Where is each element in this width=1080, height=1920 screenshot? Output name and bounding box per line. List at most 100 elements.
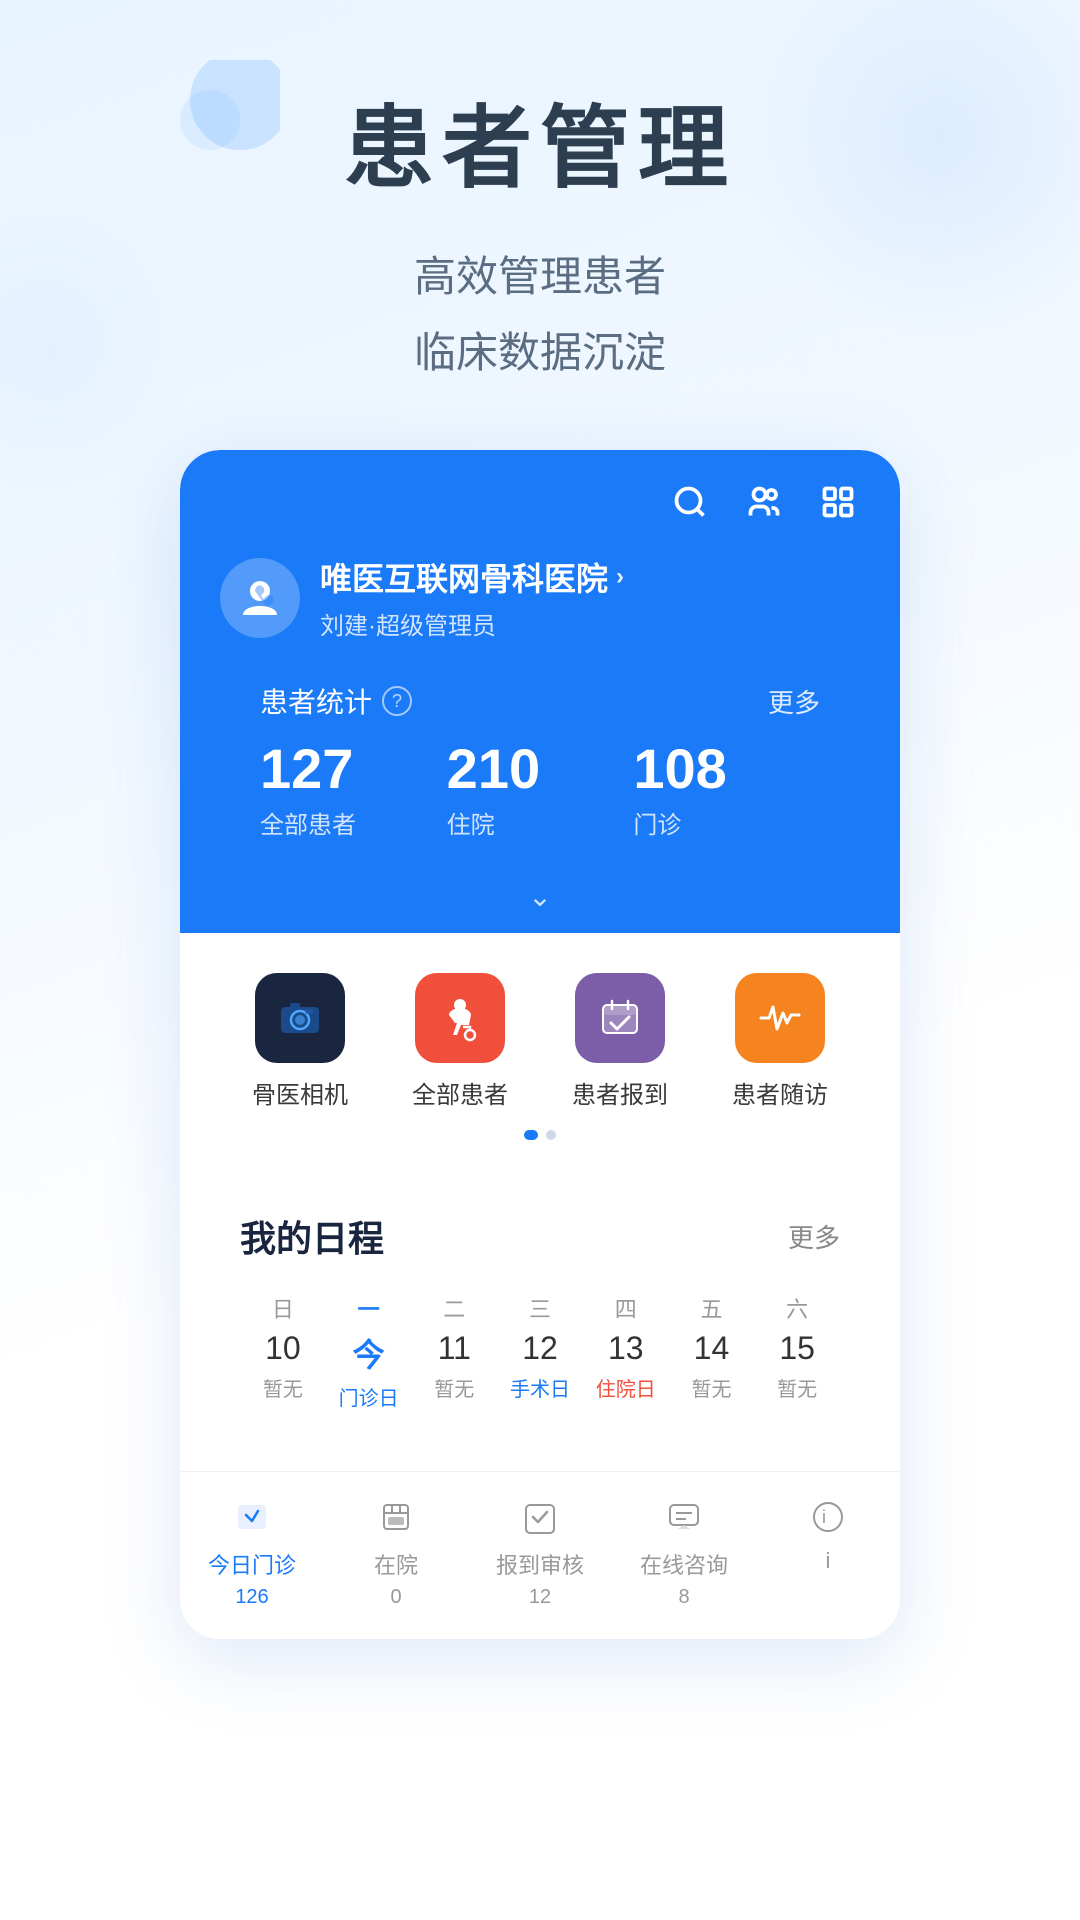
stats-section: 患者统计 ? 更多 127 全部患者 210 住院 108 — [220, 681, 860, 870]
nav-more[interactable]: i i — [756, 1492, 900, 1609]
phone-card: 唯医互联网骨科医院 › 刘建·超级管理员 患者统计 ? 更多 — [180, 450, 900, 1639]
cal-day-wed-name: 三 — [529, 1292, 551, 1324]
user-role: 刘建·超级管理员 — [320, 606, 624, 641]
stats-expand-button[interactable]: ⌄ — [220, 870, 860, 933]
icon-checkin[interactable]: 患者报到 — [540, 973, 700, 1110]
cal-day-mon-name: 一 — [358, 1292, 380, 1324]
cal-day-wed[interactable]: 三 12 手术日 — [497, 1292, 583, 1411]
nav-consult[interactable]: 在线咨询 8 — [612, 1492, 756, 1609]
hospital-name: 唯医互联网骨科医院 › — [320, 554, 624, 600]
bottom-nav: 今日门诊 126 在院 0 — [180, 1471, 900, 1639]
stats-header: 患者统计 ? 更多 — [260, 681, 820, 721]
subtitle-line2: 临床数据沉淀 — [0, 315, 1080, 391]
cal-day-wed-status: 手术日 — [510, 1373, 570, 1402]
header-icons-row — [220, 480, 860, 524]
icon-all-patients[interactable]: 全部患者 — [380, 973, 540, 1110]
stat-total-label: 全部患者 — [260, 805, 447, 840]
stat-inpatient[interactable]: 210 住院 — [447, 741, 634, 840]
cal-day-fri-name: 五 — [700, 1292, 722, 1324]
stats-grid: 127 全部患者 210 住院 108 门诊 — [260, 741, 820, 840]
nav-inpatient-icon — [371, 1492, 421, 1542]
icon-camera[interactable]: 骨医相机 — [220, 973, 380, 1110]
nav-outpatient-label: 今日门诊 — [208, 1548, 296, 1580]
nav-outpatient-icon — [227, 1492, 277, 1542]
checkin-label: 患者报到 — [572, 1075, 668, 1110]
chevron-down-icon: ⌄ — [528, 880, 551, 913]
hospital-arrow: › — [616, 563, 624, 591]
cal-day-thu-name: 四 — [615, 1292, 637, 1324]
cal-day-sun-num: 10 — [265, 1330, 301, 1367]
nav-review[interactable]: 报到审核 12 — [468, 1492, 612, 1609]
cal-day-tue-status: 暂无 — [434, 1373, 474, 1402]
cal-day-sat-num: 15 — [779, 1330, 815, 1367]
cal-day-tue[interactable]: 二 11 暂无 — [411, 1292, 497, 1411]
stats-title: 患者统计 ? — [260, 681, 412, 721]
cal-day-fri-status: 暂无 — [691, 1373, 731, 1402]
phone-card-wrapper: 唯医互联网骨科医院 › 刘建·超级管理员 患者统计 ? 更多 — [0, 450, 1080, 1639]
carousel-dots — [220, 1130, 860, 1140]
hero-section: 患者管理 高效管理患者 临床数据沉淀 — [0, 0, 1080, 390]
cal-day-thu[interactable]: 四 13 住院日 — [583, 1292, 669, 1411]
all-patients-icon-box — [415, 973, 505, 1063]
cal-day-thu-status: 住院日 — [596, 1373, 656, 1402]
followup-label: 患者随访 — [732, 1075, 828, 1110]
schedule-section: 我的日程 更多 日 10 暂无 一 今 门诊日 二 11 — [180, 1170, 900, 1471]
stat-total[interactable]: 127 全部患者 — [260, 741, 447, 840]
cal-day-tue-num: 11 — [438, 1330, 471, 1367]
cal-day-sun[interactable]: 日 10 暂无 — [240, 1292, 326, 1411]
stat-inpatient-label: 住院 — [447, 805, 634, 840]
stat-outpatient-number: 108 — [633, 741, 820, 797]
profile-section[interactable]: 唯医互联网骨科医院 › 刘建·超级管理员 — [220, 554, 860, 641]
nav-more-label: i — [826, 1548, 831, 1574]
dot-active — [524, 1130, 538, 1140]
dot-inactive — [546, 1130, 556, 1140]
nav-outpatient-badge: 126 — [235, 1586, 268, 1609]
cal-day-mon-status: 门诊日 — [339, 1382, 399, 1411]
nav-inpatient-badge: 0 — [390, 1586, 401, 1609]
camera-label: 骨医相机 — [252, 1075, 348, 1110]
cal-day-sat-name: 六 — [786, 1292, 808, 1324]
schedule-more-button[interactable]: 更多 — [788, 1218, 840, 1255]
stat-inpatient-number: 210 — [447, 741, 634, 797]
app-header: 唯医互联网骨科医院 › 刘建·超级管理员 患者统计 ? 更多 — [180, 450, 900, 933]
contacts-button[interactable] — [742, 480, 786, 524]
nav-review-icon — [515, 1492, 565, 1542]
cal-day-wed-num: 12 — [522, 1330, 558, 1367]
svg-text:i: i — [822, 1507, 826, 1527]
cal-day-fri[interactable]: 五 14 暂无 — [669, 1292, 755, 1411]
schedule-title: 我的日程 — [240, 1210, 384, 1262]
hero-decoration-icon — [180, 60, 280, 160]
page-title: 患者管理 — [0, 100, 1080, 199]
nav-outpatient[interactable]: 今日门诊 126 — [180, 1492, 324, 1609]
search-button[interactable] — [668, 480, 712, 524]
cal-day-sun-name: 日 — [272, 1292, 294, 1324]
nav-inpatient[interactable]: 在院 0 — [324, 1492, 468, 1609]
nav-review-badge: 12 — [529, 1586, 551, 1609]
cal-day-sat-status: 暂无 — [777, 1373, 817, 1402]
hero-subtitle: 高效管理患者 临床数据沉淀 — [0, 239, 1080, 390]
cal-day-sat[interactable]: 六 15 暂无 — [754, 1292, 840, 1411]
cal-day-fri-num: 14 — [694, 1330, 730, 1367]
followup-icon-box — [735, 973, 825, 1063]
profile-info: 唯医互联网骨科医院 › 刘建·超级管理员 — [320, 554, 624, 641]
grid-button[interactable] — [816, 480, 860, 524]
stat-outpatient[interactable]: 108 门诊 — [633, 741, 820, 840]
cal-day-thu-num: 13 — [608, 1330, 644, 1367]
camera-icon-box — [255, 973, 345, 1063]
icon-followup[interactable]: 患者随访 — [700, 973, 860, 1110]
all-patients-label: 全部患者 — [412, 1075, 508, 1110]
stats-more-button[interactable]: 更多 — [768, 683, 820, 720]
cal-day-mon[interactable]: 一 今 门诊日 — [326, 1292, 412, 1411]
checkin-icon-box — [575, 973, 665, 1063]
cal-day-mon-num: 今 — [353, 1330, 385, 1376]
nav-consult-label: 在线咨询 — [640, 1548, 728, 1580]
stat-total-number: 127 — [260, 741, 447, 797]
nav-inpatient-label: 在院 — [374, 1548, 418, 1580]
stats-help-icon[interactable]: ? — [382, 686, 412, 716]
stat-outpatient-label: 门诊 — [633, 805, 820, 840]
subtitle-line1: 高效管理患者 — [0, 239, 1080, 315]
avatar — [220, 558, 300, 638]
cal-day-sun-status: 暂无 — [263, 1373, 303, 1402]
schedule-header: 我的日程 更多 — [240, 1210, 840, 1262]
calendar-strip: 日 10 暂无 一 今 门诊日 二 11 暂无 三 12 手术日 — [240, 1292, 840, 1411]
